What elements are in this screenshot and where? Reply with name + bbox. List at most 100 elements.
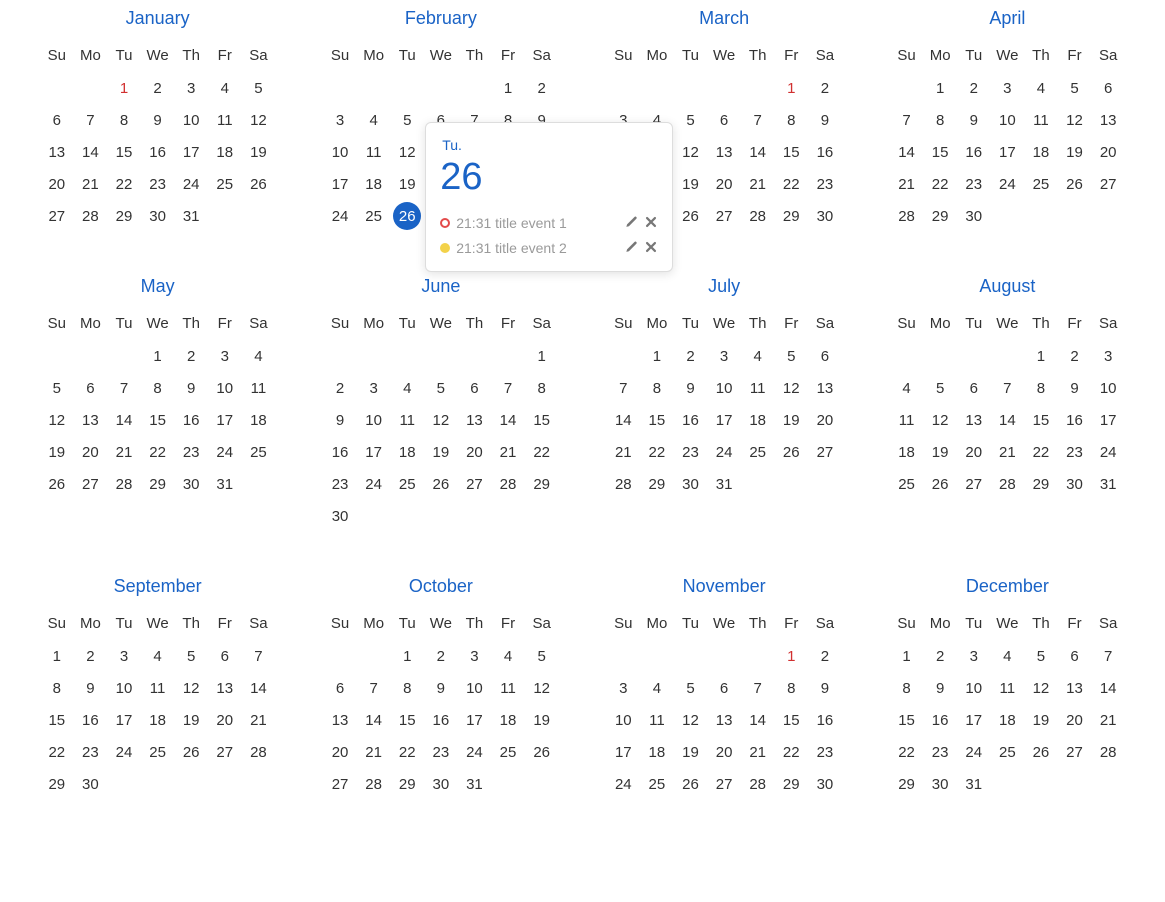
- day-cell[interactable]: 6: [76, 374, 104, 402]
- day-cell[interactable]: 20: [76, 438, 104, 466]
- day-cell[interactable]: 19: [777, 406, 805, 434]
- day-cell[interactable]: 13: [326, 706, 354, 734]
- day-cell[interactable]: 30: [326, 502, 354, 530]
- day-cell[interactable]: 16: [76, 706, 104, 734]
- day-cell[interactable]: 23: [144, 170, 172, 198]
- day-cell[interactable]: 25: [993, 738, 1021, 766]
- month-title-november[interactable]: November: [607, 576, 842, 597]
- day-cell[interactable]: 6: [460, 374, 488, 402]
- day-cell[interactable]: 4: [360, 106, 388, 134]
- day-cell[interactable]: 10: [609, 706, 637, 734]
- day-cell[interactable]: 23: [177, 438, 205, 466]
- day-cell[interactable]: 19: [926, 438, 954, 466]
- day-cell[interactable]: 16: [811, 706, 839, 734]
- day-cell[interactable]: 12: [43, 406, 71, 434]
- day-cell[interactable]: 26: [393, 202, 421, 230]
- day-cell[interactable]: 20: [811, 406, 839, 434]
- day-cell[interactable]: 25: [494, 738, 522, 766]
- day-cell[interactable]: 21: [110, 438, 138, 466]
- day-cell[interactable]: 11: [494, 674, 522, 702]
- day-cell[interactable]: 9: [427, 674, 455, 702]
- day-cell[interactable]: 14: [993, 406, 1021, 434]
- day-cell[interactable]: 3: [609, 674, 637, 702]
- day-cell[interactable]: 28: [744, 770, 772, 798]
- day-cell[interactable]: 8: [393, 674, 421, 702]
- day-cell[interactable]: 15: [393, 706, 421, 734]
- day-cell[interactable]: 1: [893, 642, 921, 670]
- day-cell[interactable]: 24: [993, 170, 1021, 198]
- day-cell[interactable]: 26: [926, 470, 954, 498]
- day-cell[interactable]: 23: [326, 470, 354, 498]
- day-cell[interactable]: 22: [144, 438, 172, 466]
- day-cell[interactable]: 9: [960, 106, 988, 134]
- day-cell[interactable]: 21: [244, 706, 272, 734]
- day-cell[interactable]: 31: [211, 470, 239, 498]
- day-cell[interactable]: 2: [76, 642, 104, 670]
- day-cell[interactable]: 24: [609, 770, 637, 798]
- day-cell[interactable]: 9: [676, 374, 704, 402]
- day-cell[interactable]: 21: [76, 170, 104, 198]
- month-title-february[interactable]: February: [323, 8, 558, 29]
- day-cell[interactable]: 2: [926, 642, 954, 670]
- day-cell[interactable]: 26: [1027, 738, 1055, 766]
- day-cell[interactable]: 12: [393, 138, 421, 166]
- day-cell[interactable]: 28: [494, 470, 522, 498]
- day-cell[interactable]: 25: [360, 202, 388, 230]
- day-cell[interactable]: 6: [326, 674, 354, 702]
- day-cell[interactable]: 26: [244, 170, 272, 198]
- day-cell[interactable]: 28: [110, 470, 138, 498]
- day-cell[interactable]: 5: [393, 106, 421, 134]
- day-cell[interactable]: 15: [1027, 406, 1055, 434]
- day-cell[interactable]: 8: [777, 674, 805, 702]
- day-cell[interactable]: 27: [460, 470, 488, 498]
- day-cell[interactable]: 12: [177, 674, 205, 702]
- day-cell[interactable]: 27: [710, 202, 738, 230]
- day-cell[interactable]: 6: [710, 674, 738, 702]
- day-cell[interactable]: 26: [676, 202, 704, 230]
- day-cell[interactable]: 23: [76, 738, 104, 766]
- day-cell[interactable]: 16: [144, 138, 172, 166]
- day-cell[interactable]: 3: [460, 642, 488, 670]
- day-cell[interactable]: 10: [460, 674, 488, 702]
- day-cell[interactable]: 19: [528, 706, 556, 734]
- day-cell[interactable]: 30: [811, 202, 839, 230]
- day-cell[interactable]: 29: [110, 202, 138, 230]
- delete-icon[interactable]: [644, 215, 658, 232]
- day-cell[interactable]: 14: [360, 706, 388, 734]
- day-cell[interactable]: 19: [244, 138, 272, 166]
- day-cell[interactable]: 11: [643, 706, 671, 734]
- day-cell[interactable]: 4: [144, 642, 172, 670]
- day-cell[interactable]: 10: [993, 106, 1021, 134]
- day-cell[interactable]: 13: [811, 374, 839, 402]
- day-cell[interactable]: 30: [1061, 470, 1089, 498]
- day-cell[interactable]: 2: [811, 74, 839, 102]
- day-cell[interactable]: 5: [926, 374, 954, 402]
- day-cell[interactable]: 6: [211, 642, 239, 670]
- day-cell[interactable]: 5: [1061, 74, 1089, 102]
- day-cell[interactable]: 16: [960, 138, 988, 166]
- day-cell[interactable]: 25: [1027, 170, 1055, 198]
- day-cell[interactable]: 17: [710, 406, 738, 434]
- day-cell[interactable]: 27: [811, 438, 839, 466]
- day-cell[interactable]: 28: [244, 738, 272, 766]
- day-cell[interactable]: 12: [926, 406, 954, 434]
- day-cell[interactable]: 17: [460, 706, 488, 734]
- day-cell[interactable]: 27: [1061, 738, 1089, 766]
- day-cell[interactable]: 7: [744, 674, 772, 702]
- day-cell[interactable]: 27: [1094, 170, 1122, 198]
- day-cell[interactable]: 16: [811, 138, 839, 166]
- month-title-april[interactable]: April: [890, 8, 1125, 29]
- day-cell[interactable]: 9: [76, 674, 104, 702]
- edit-icon[interactable]: [624, 215, 638, 232]
- day-cell[interactable]: 1: [643, 342, 671, 370]
- day-cell[interactable]: 1: [1027, 342, 1055, 370]
- day-cell[interactable]: 25: [744, 438, 772, 466]
- day-cell[interactable]: 13: [710, 138, 738, 166]
- day-cell[interactable]: 15: [144, 406, 172, 434]
- day-cell[interactable]: 1: [777, 642, 805, 670]
- day-cell[interactable]: 30: [76, 770, 104, 798]
- day-cell[interactable]: 22: [43, 738, 71, 766]
- day-cell[interactable]: 13: [1061, 674, 1089, 702]
- day-cell[interactable]: 20: [960, 438, 988, 466]
- day-cell[interactable]: 13: [43, 138, 71, 166]
